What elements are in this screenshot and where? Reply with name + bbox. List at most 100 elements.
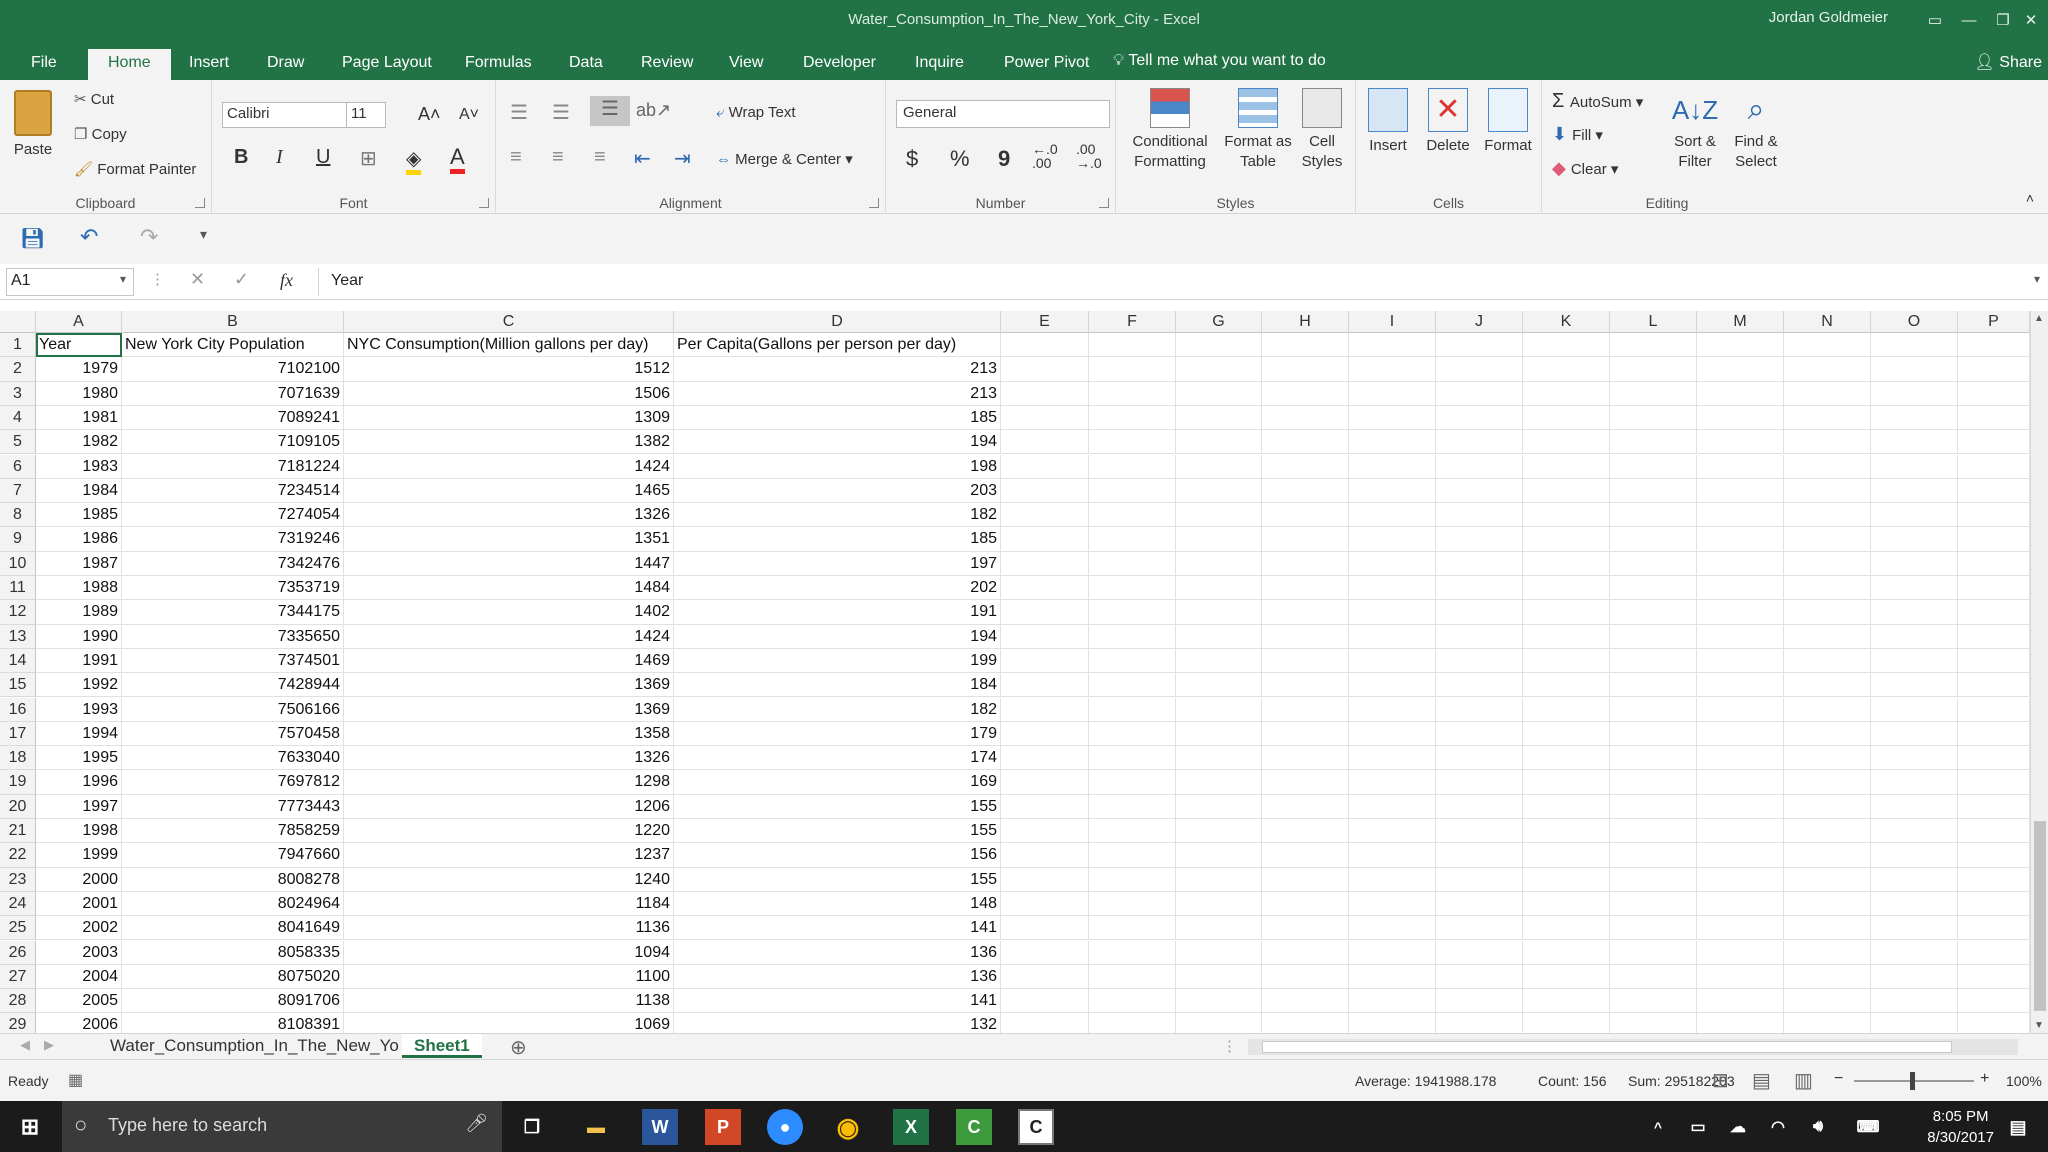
cell-p14[interactable] xyxy=(1958,648,2030,674)
cell-e7[interactable] xyxy=(1001,478,1089,504)
cell-m15[interactable] xyxy=(1697,673,1784,698)
cell-h11[interactable] xyxy=(1262,576,1349,601)
vertical-scrollbar[interactable]: ▲ ▼ xyxy=(2030,311,2048,1033)
cell-b12[interactable]: 7344175 xyxy=(122,600,344,625)
taskbar-clock[interactable]: 8:05 PM 8/30/2017 xyxy=(1927,1106,1994,1148)
tab-view[interactable]: View xyxy=(723,49,769,80)
cell-l24[interactable] xyxy=(1610,891,1697,917)
cell-c11[interactable]: 1484 xyxy=(344,576,674,601)
cell-n8[interactable] xyxy=(1784,503,1871,528)
cell-b10[interactable]: 7342476 xyxy=(122,551,344,576)
redo-icon[interactable]: ↷ xyxy=(140,224,158,250)
cell-n12[interactable] xyxy=(1784,600,1871,625)
cell-p29[interactable] xyxy=(1958,1013,2030,1033)
tab-inquire[interactable]: Inquire xyxy=(909,49,970,80)
cell-l7[interactable] xyxy=(1610,478,1697,504)
collapse-ribbon-icon[interactable]: ˄ xyxy=(2026,190,2034,206)
cell-e13[interactable] xyxy=(1001,624,1089,649)
powerpoint-icon[interactable]: P xyxy=(705,1109,741,1145)
cell-o4[interactable] xyxy=(1871,405,1958,431)
cell-f8[interactable] xyxy=(1089,503,1176,528)
cell-j7[interactable] xyxy=(1436,478,1523,504)
cell-a29[interactable]: 2006 xyxy=(36,1013,122,1033)
cell-f21[interactable] xyxy=(1089,819,1176,844)
cell-d9[interactable]: 185 xyxy=(674,527,1001,552)
tab-developer[interactable]: Developer xyxy=(797,49,882,80)
column-header-b[interactable]: B xyxy=(122,311,344,333)
user-name[interactable]: Jordan Goldmeier xyxy=(1769,9,1888,26)
cell-m19[interactable] xyxy=(1697,770,1784,795)
cell-l23[interactable] xyxy=(1610,867,1697,892)
cell-b3[interactable]: 7071639 xyxy=(122,381,344,406)
cell-n25[interactable] xyxy=(1784,916,1871,941)
cell-h12[interactable] xyxy=(1262,600,1349,625)
cell-j13[interactable] xyxy=(1436,624,1523,649)
cell-h21[interactable] xyxy=(1262,819,1349,844)
cell-a14[interactable]: 1991 xyxy=(36,648,122,674)
cell-o14[interactable] xyxy=(1871,648,1958,674)
ribbon-display-icon[interactable]: ▭ xyxy=(1918,6,1952,34)
cell-l14[interactable] xyxy=(1610,648,1697,674)
cell-h20[interactable] xyxy=(1262,794,1349,819)
cell-d5[interactable]: 194 xyxy=(674,430,1001,455)
cell-g8[interactable] xyxy=(1176,503,1262,528)
conditional-formatting-button[interactable]: Conditional Formatting xyxy=(1120,88,1220,172)
cell-g4[interactable] xyxy=(1176,405,1262,431)
cell-n27[interactable] xyxy=(1784,964,1871,990)
cell-j1[interactable] xyxy=(1436,333,1523,358)
tab-file[interactable]: File xyxy=(25,49,63,80)
cell-a6[interactable]: 1983 xyxy=(36,454,122,479)
comma-button[interactable]: 9 xyxy=(998,146,1010,172)
cell-i11[interactable] xyxy=(1349,576,1436,601)
cell-p22[interactable] xyxy=(1958,843,2030,868)
row-header[interactable]: 14 xyxy=(0,648,36,674)
cell-j25[interactable] xyxy=(1436,916,1523,941)
cell-a7[interactable]: 1984 xyxy=(36,478,122,504)
cell-a24[interactable]: 2001 xyxy=(36,891,122,917)
cell-f19[interactable] xyxy=(1089,770,1176,795)
cell-c2[interactable]: 1512 xyxy=(344,357,674,382)
alignment-launcher-icon[interactable]: . xyxy=(869,198,879,208)
cell-o19[interactable] xyxy=(1871,770,1958,795)
cell-g26[interactable] xyxy=(1176,940,1262,965)
cell-k2[interactable] xyxy=(1523,357,1610,382)
cell-n7[interactable] xyxy=(1784,478,1871,504)
cell-a25[interactable]: 2002 xyxy=(36,916,122,941)
cell-l8[interactable] xyxy=(1610,503,1697,528)
cell-g9[interactable] xyxy=(1176,527,1262,552)
cell-l11[interactable] xyxy=(1610,576,1697,601)
camtasia-icon[interactable]: C xyxy=(956,1109,992,1145)
cell-m3[interactable] xyxy=(1697,381,1784,406)
cell-p17[interactable] xyxy=(1958,721,2030,747)
cell-f25[interactable] xyxy=(1089,916,1176,941)
cell-i14[interactable] xyxy=(1349,648,1436,674)
cell-g23[interactable] xyxy=(1176,867,1262,892)
cell-j20[interactable] xyxy=(1436,794,1523,819)
camtasia-recorder-icon[interactable]: C xyxy=(1018,1109,1054,1145)
cell-a2[interactable]: 1979 xyxy=(36,357,122,382)
cell-o15[interactable] xyxy=(1871,673,1958,698)
cell-a15[interactable]: 1992 xyxy=(36,673,122,698)
cell-e25[interactable] xyxy=(1001,916,1089,941)
cell-b5[interactable]: 7109105 xyxy=(122,430,344,455)
row-header[interactable]: 28 xyxy=(0,989,36,1014)
cell-k4[interactable] xyxy=(1523,405,1610,431)
cell-j15[interactable] xyxy=(1436,673,1523,698)
cell-c20[interactable]: 1206 xyxy=(344,794,674,819)
taskbar-search[interactable]: ○ Type here to search 🎤︎ xyxy=(62,1101,502,1152)
cell-l3[interactable] xyxy=(1610,381,1697,406)
cell-j10[interactable] xyxy=(1436,551,1523,576)
cell-f1[interactable] xyxy=(1089,333,1176,358)
cell-n13[interactable] xyxy=(1784,624,1871,649)
row-header[interactable]: 4 xyxy=(0,405,36,431)
cell-m25[interactable] xyxy=(1697,916,1784,941)
new-sheet-icon[interactable]: ⊕ xyxy=(510,1035,527,1060)
cell-e10[interactable] xyxy=(1001,551,1089,576)
cell-i21[interactable] xyxy=(1349,819,1436,844)
share-button[interactable]: 👤︎ Share xyxy=(1975,52,2042,72)
cell-e4[interactable] xyxy=(1001,405,1089,431)
cell-f5[interactable] xyxy=(1089,430,1176,455)
name-box[interactable]: A1 xyxy=(6,268,134,296)
cell-l12[interactable] xyxy=(1610,600,1697,625)
cell-h26[interactable] xyxy=(1262,940,1349,965)
